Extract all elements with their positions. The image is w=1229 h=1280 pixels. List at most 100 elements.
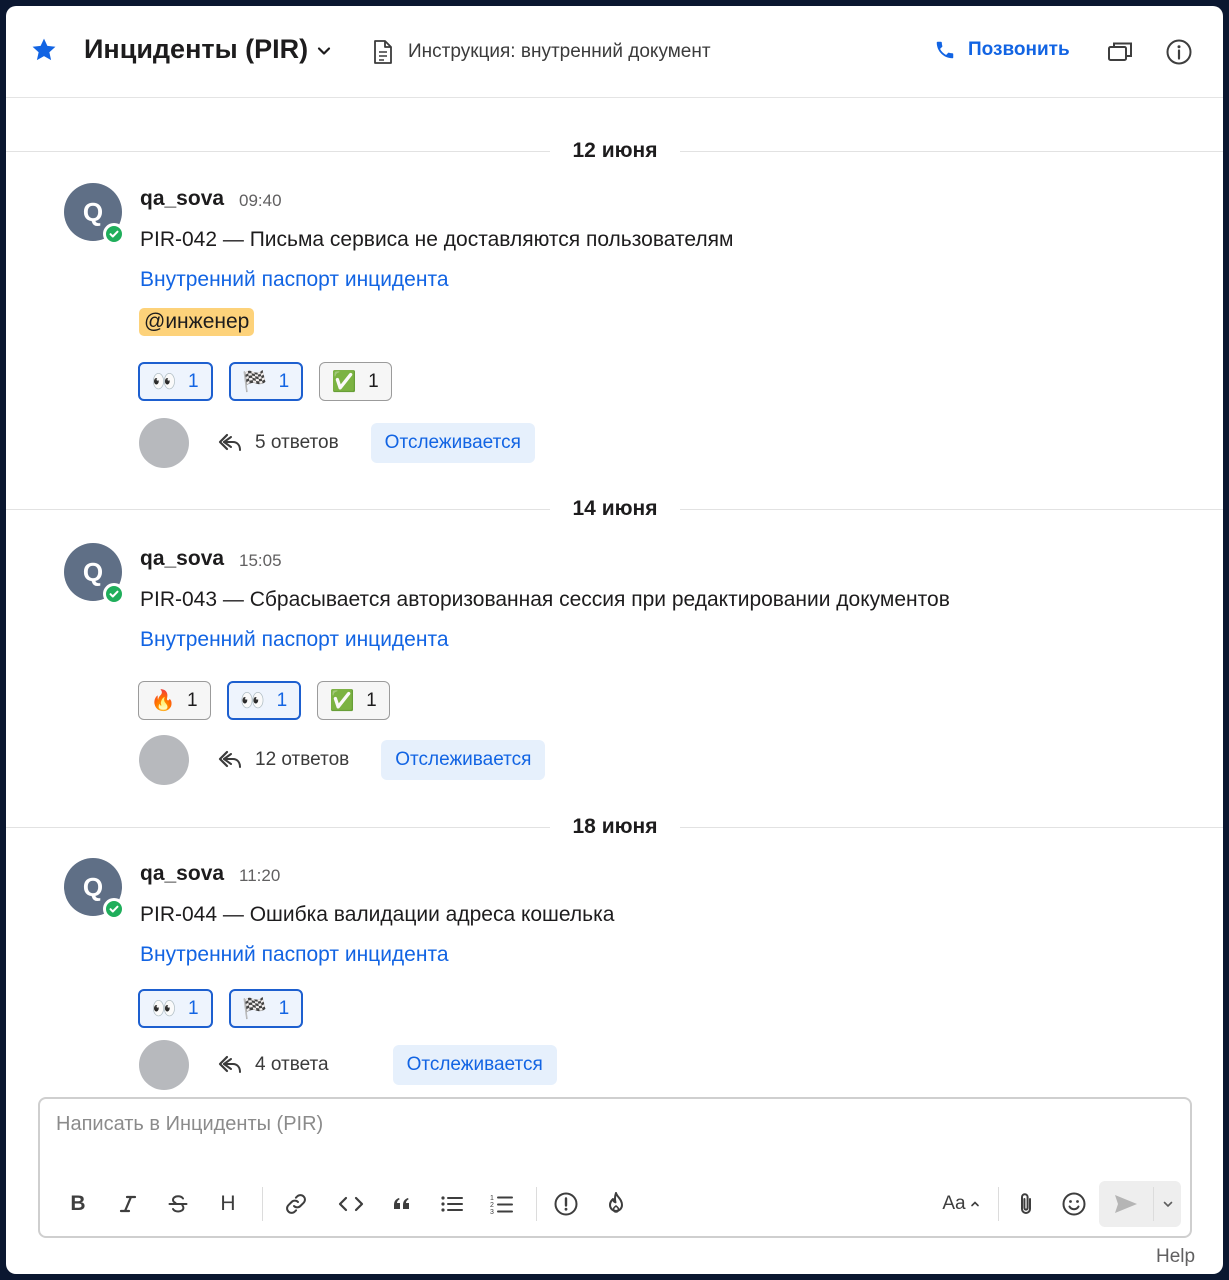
reaction-check-mark[interactable]: ✅ 1	[319, 362, 392, 401]
check-mark-icon: ✅	[331, 370, 357, 393]
toolbar-divider	[998, 1187, 999, 1221]
reaction-fire[interactable]: 🔥 1	[138, 681, 211, 720]
presence-check-icon	[103, 583, 125, 605]
incident-passport-link[interactable]: Внутренний паспорт инцидента	[140, 628, 449, 652]
attach-button[interactable]	[1004, 1181, 1048, 1227]
flame-icon	[609, 1192, 623, 1213]
presence-check-icon	[103, 223, 125, 245]
thread-participant-avatar[interactable]	[139, 1040, 189, 1090]
thread-summary: 4 ответа Отслеживается	[139, 1040, 557, 1090]
thread-participant-avatar[interactable]	[139, 418, 189, 468]
message-input[interactable]	[56, 1113, 1156, 1136]
quote-button[interactable]	[380, 1181, 424, 1227]
code-button[interactable]	[326, 1181, 376, 1227]
following-button[interactable]: Отслеживается	[381, 740, 546, 780]
replies-link[interactable]: 5 ответов	[217, 432, 339, 454]
check-mark-icon: ✅	[329, 689, 355, 712]
replies-count: 12 ответов	[255, 749, 350, 770]
message-text: PIR-044 — Ошибка валидации адреса кошель…	[140, 903, 615, 926]
reaction-count: 1	[187, 689, 198, 711]
reaction-count: 1	[368, 370, 379, 392]
paperclip-icon	[1021, 1193, 1031, 1214]
channel-doc-link[interactable]: Инструкция: внутренний документ	[372, 39, 711, 65]
channel-name: Инциденты (PIR)	[84, 34, 309, 64]
strikethrough-button[interactable]	[156, 1181, 200, 1227]
reaction-check-mark[interactable]: ✅ 1	[317, 681, 390, 720]
message-text: PIR-042 — Письма сервиса не доставляются…	[140, 228, 734, 251]
checkered-flag-icon: 🏁	[242, 997, 268, 1020]
incident-passport-link[interactable]: Внутренний паспорт инцидента	[140, 943, 449, 967]
message-author[interactable]: qa_sova	[140, 862, 224, 886]
message-time[interactable]: 15:05	[239, 551, 282, 571]
mention-tag[interactable]: @инженер	[139, 308, 255, 336]
heading-button[interactable]: H	[206, 1181, 250, 1227]
numbered-list-icon: 123	[490, 1195, 513, 1216]
text-size-button[interactable]: Aa	[932, 1181, 990, 1227]
bullet-list-button[interactable]	[430, 1181, 474, 1227]
numbered-list-button[interactable]: 123	[480, 1181, 524, 1227]
reaction-count: 1	[276, 689, 288, 711]
reactions-bar: 🔥 1 👀 1 ✅ 1	[138, 681, 390, 720]
document-icon	[374, 40, 392, 64]
message-list[interactable]: 12 июня Q qa_sova 09:40 PIR-042 — Письма…	[6, 98, 1223, 1093]
link-icon	[286, 1194, 306, 1214]
incident-passport-link[interactable]: Внутренний паспорт инцидента	[140, 268, 449, 292]
smiley-icon	[1062, 1192, 1086, 1216]
chevron-down-icon	[318, 47, 331, 55]
emoji-button[interactable]	[1052, 1181, 1096, 1227]
reaction-eyes[interactable]: 👀 1	[138, 362, 213, 401]
send-icon	[1115, 1195, 1137, 1213]
reaction-count: 1	[188, 997, 199, 1019]
reaction-checkered-flag[interactable]: 🏁 1	[228, 989, 304, 1028]
code-icon	[338, 1196, 364, 1212]
date-label[interactable]: 14 июня	[550, 495, 680, 523]
reaction-eyes[interactable]: 👀 1	[138, 989, 213, 1028]
help-link[interactable]: Help	[1156, 1246, 1195, 1268]
channel-title[interactable]: Инциденты (PIR)	[84, 34, 334, 65]
reactions-bar: 👀 1 🏁 1 ✅ 1	[138, 362, 392, 401]
replies-link[interactable]: 12 ответов	[217, 749, 349, 771]
message-time[interactable]: 09:40	[239, 191, 282, 211]
send-button[interactable]	[1099, 1181, 1153, 1227]
following-button[interactable]: Отслеживается	[392, 1045, 557, 1085]
info-icon[interactable]	[1165, 38, 1193, 66]
send-options-button[interactable]	[1155, 1181, 1181, 1227]
formatting-toolbar: B H 123 Aa	[52, 1181, 1182, 1227]
message-author[interactable]: qa_sova	[140, 547, 224, 571]
reaction-checkered-flag[interactable]: 🏁 1	[228, 362, 304, 401]
call-button[interactable]: Позвонить	[934, 39, 1070, 61]
doc-label: Инструкция: внутренний документ	[408, 41, 711, 62]
replies-count: 5 ответов	[255, 432, 339, 453]
reply-icon	[218, 1055, 241, 1073]
window-icon[interactable]	[1106, 38, 1134, 66]
eyes-icon: 👀	[240, 689, 266, 712]
replies-link[interactable]: 4 ответа	[217, 1054, 329, 1076]
date-label[interactable]: 18 июня	[550, 813, 680, 841]
channel-header: Инциденты (PIR) Инструкция: внутренний д…	[6, 6, 1223, 98]
thread-summary: 12 ответов Отслеживается	[139, 735, 546, 785]
eyes-icon: 👀	[151, 997, 177, 1020]
message-composer: B H 123	[38, 1097, 1192, 1238]
italic-button[interactable]	[106, 1181, 150, 1227]
link-button[interactable]	[274, 1181, 318, 1227]
message-author[interactable]: qa_sova	[140, 187, 224, 211]
reaction-eyes[interactable]: 👀 1	[226, 681, 302, 720]
thread-participant-avatar[interactable]	[139, 735, 189, 785]
toolbar-divider	[262, 1187, 263, 1221]
reply-icon	[218, 433, 241, 451]
strikethrough-icon	[168, 1195, 188, 1213]
bold-button[interactable]: B	[56, 1181, 100, 1227]
checkered-flag-icon: 🏁	[242, 370, 268, 393]
burn-on-read-button[interactable]	[594, 1181, 638, 1227]
priority-button[interactable]	[544, 1181, 588, 1227]
reactions-bar: 👀 1 🏁 1	[138, 989, 304, 1028]
star-icon[interactable]	[30, 36, 58, 64]
call-label: Позвонить	[968, 39, 1070, 60]
following-button[interactable]: Отслеживается	[370, 423, 535, 463]
presence-check-icon	[103, 898, 125, 920]
reaction-count: 1	[366, 689, 377, 711]
date-label[interactable]: 12 июня	[550, 137, 680, 165]
message-time[interactable]: 11:20	[239, 866, 280, 886]
phone-icon	[936, 41, 954, 59]
svg-text:1: 1	[490, 1195, 494, 1202]
